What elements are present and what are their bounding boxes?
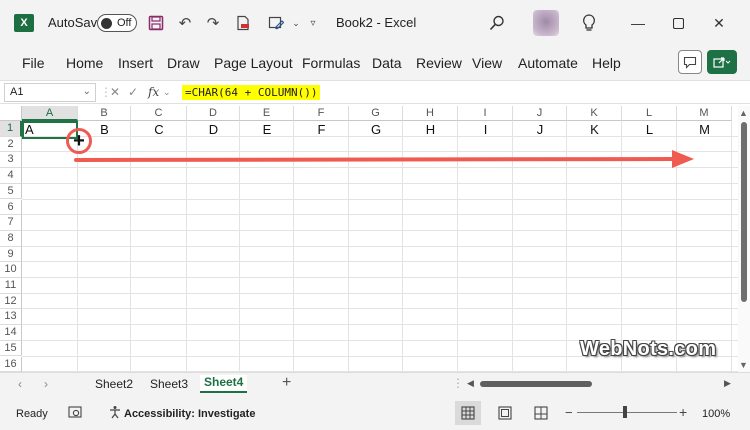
annotation-arrow	[74, 150, 694, 168]
tab-split-handle[interactable]: ⋮	[452, 376, 464, 390]
accessibility-icon[interactable]	[108, 405, 122, 422]
next-sheet-icon[interactable]: ›	[44, 377, 48, 391]
sheet-tab-active[interactable]: Sheet4	[200, 375, 248, 393]
fill-handle-highlight[interactable]: +	[66, 128, 92, 154]
watermark: WebNots.com	[580, 338, 717, 360]
status-bar: Ready Accessibility: Investigate − + 100…	[0, 396, 750, 430]
page-break-view-button[interactable]	[528, 401, 554, 425]
zoom-slider[interactable]	[577, 412, 677, 413]
zoom-out-button[interactable]: −	[565, 405, 573, 420]
previous-sheet-icon[interactable]: ‹	[18, 377, 22, 391]
add-sheet-button[interactable]: +	[282, 374, 291, 392]
horizontal-scroll-thumb[interactable]	[480, 381, 592, 387]
page-layout-view-button[interactable]	[492, 401, 518, 425]
scroll-left-icon[interactable]: ◀	[467, 378, 474, 389]
zoom-level[interactable]: 100%	[702, 408, 730, 420]
sheet-tab[interactable]: Sheet2	[95, 377, 133, 391]
normal-view-button[interactable]	[455, 401, 481, 425]
zoom-in-button[interactable]: +	[679, 404, 687, 420]
accessibility-status[interactable]: Accessibility: Investigate	[124, 408, 255, 420]
scroll-right-icon[interactable]: ▶	[724, 378, 731, 389]
sheet-tab[interactable]: Sheet3	[150, 377, 188, 391]
status-ready: Ready	[16, 408, 48, 420]
sheet-tabs-bar: ‹ › Sheet2 Sheet3 Sheet4 + ⋮ ◀ ▶	[0, 372, 750, 396]
macro-recording-icon[interactable]	[68, 405, 82, 422]
zoom-slider-knob[interactable]	[623, 406, 627, 418]
